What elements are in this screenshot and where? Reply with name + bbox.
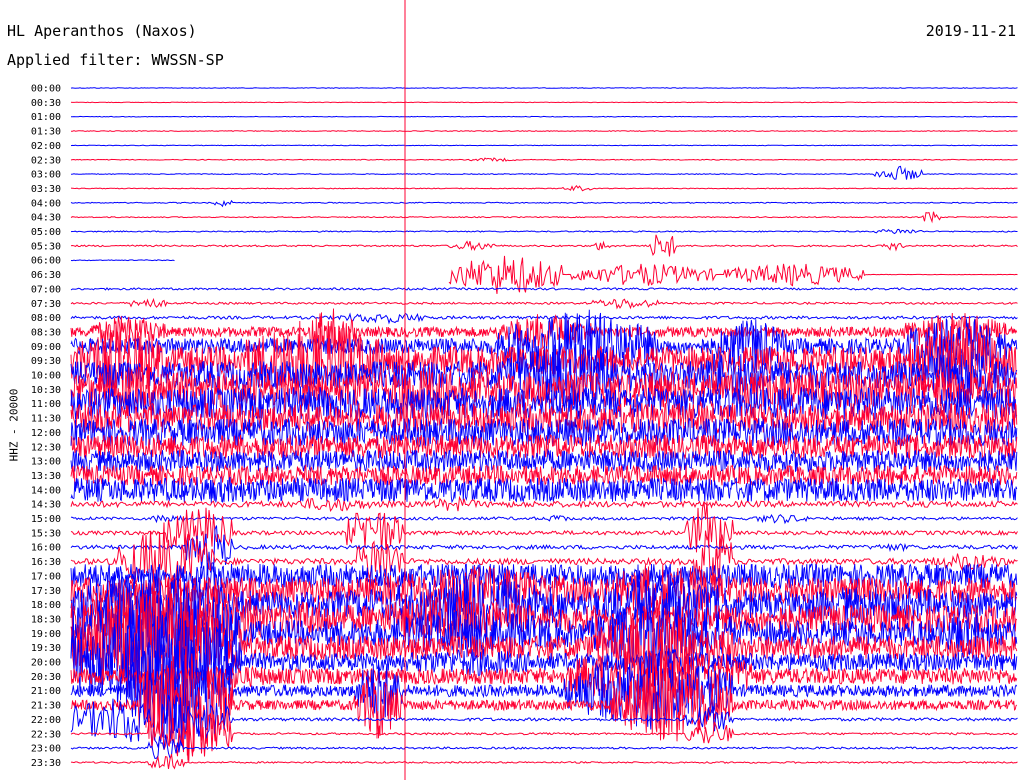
trace-row	[70, 312, 1018, 325]
trace-row	[70, 297, 1018, 310]
time-tick-label: 07:00	[31, 284, 61, 295]
trace-row	[70, 87, 1018, 89]
time-tick-label: 03:30	[31, 184, 61, 195]
time-tick-label: 20:00	[31, 658, 61, 669]
time-tick-label: 04:00	[31, 198, 61, 209]
time-tick-label: 01:30	[31, 127, 61, 138]
time-tick-label: 23:30	[31, 758, 61, 769]
helicorder-plot: 00:00 00:30 01:00 01:30 02:00 02:30 03:00 03:30…	[31, 0, 1018, 780]
trace-row	[70, 287, 1018, 291]
time-tick-label: 06:00	[31, 256, 61, 267]
time-tick-label: 05:30	[31, 241, 61, 252]
trace-row	[70, 199, 1018, 208]
time-tick-label: 00:30	[31, 98, 61, 109]
trace-row	[70, 234, 1018, 257]
time-tick-label: 02:00	[31, 141, 61, 152]
time-tick-label: 09:00	[31, 342, 61, 353]
time-tick-label: 21:30	[31, 701, 61, 712]
time-tick-label: 13:30	[31, 471, 61, 482]
time-tick-label: 10:30	[31, 385, 61, 396]
time-tick-label: 08:00	[31, 313, 61, 324]
time-tick-label: 15:00	[31, 514, 61, 525]
time-tick-label: 20:30	[31, 672, 61, 683]
time-tick-label: 09:30	[31, 356, 61, 367]
time-tick-label: 17:00	[31, 571, 61, 582]
time-tick-label: 14:00	[31, 485, 61, 496]
time-tick-label: 06:30	[31, 270, 61, 281]
time-tick-label: 11:00	[31, 399, 61, 410]
time-tick-label: 02:30	[31, 155, 61, 166]
trace-row	[70, 157, 1018, 163]
trace-row	[70, 211, 1018, 224]
trace-row	[70, 705, 1018, 761]
time-tick-label: 19:30	[31, 643, 61, 654]
time-tick-label: 07:30	[31, 299, 61, 310]
trace-row	[70, 115, 1018, 118]
trace-row	[70, 228, 1018, 235]
time-tick-label: 03:00	[31, 170, 61, 181]
time-tick-label: 00:00	[31, 84, 61, 95]
time-tick-label: 19:00	[31, 629, 61, 640]
time-tick-label: 13:00	[31, 457, 61, 468]
time-tick-label: 22:30	[31, 729, 61, 740]
trace-group	[70, 87, 1018, 770]
time-tick-label: 18:00	[31, 600, 61, 611]
time-tick-label: 17:30	[31, 586, 61, 597]
time-tick-label: 14:30	[31, 500, 61, 511]
time-tick-label: 15:30	[31, 528, 61, 539]
time-tick-label: 22:00	[31, 715, 61, 726]
time-tick-label: 11:30	[31, 414, 61, 425]
trace-row	[70, 101, 1018, 104]
time-tick-label: 23:00	[31, 744, 61, 755]
time-tick-label: 16:30	[31, 557, 61, 568]
time-tick-label: 18:30	[31, 614, 61, 625]
time-tick-label: 16:00	[31, 543, 61, 554]
trace-row	[70, 130, 1018, 132]
trace-row	[70, 259, 175, 262]
time-tick-label: 21:00	[31, 686, 61, 697]
trace-row	[70, 144, 1018, 147]
time-tick-label: 10:00	[31, 371, 61, 382]
time-tick-label: 05:00	[31, 227, 61, 238]
time-tick-label: 01:00	[31, 112, 61, 123]
time-tick-label: 08:30	[31, 327, 61, 338]
trace-row	[70, 753, 1018, 770]
trace-row	[70, 185, 1018, 192]
trace-row	[70, 165, 1018, 180]
time-tick-label: 12:00	[31, 428, 61, 439]
time-tick-label: 04:30	[31, 213, 61, 224]
tick-label-group: 00:00 00:30 01:00 01:30 02:00 02:30 03:00 03:30…	[31, 84, 61, 769]
time-tick-label: 12:30	[31, 442, 61, 453]
